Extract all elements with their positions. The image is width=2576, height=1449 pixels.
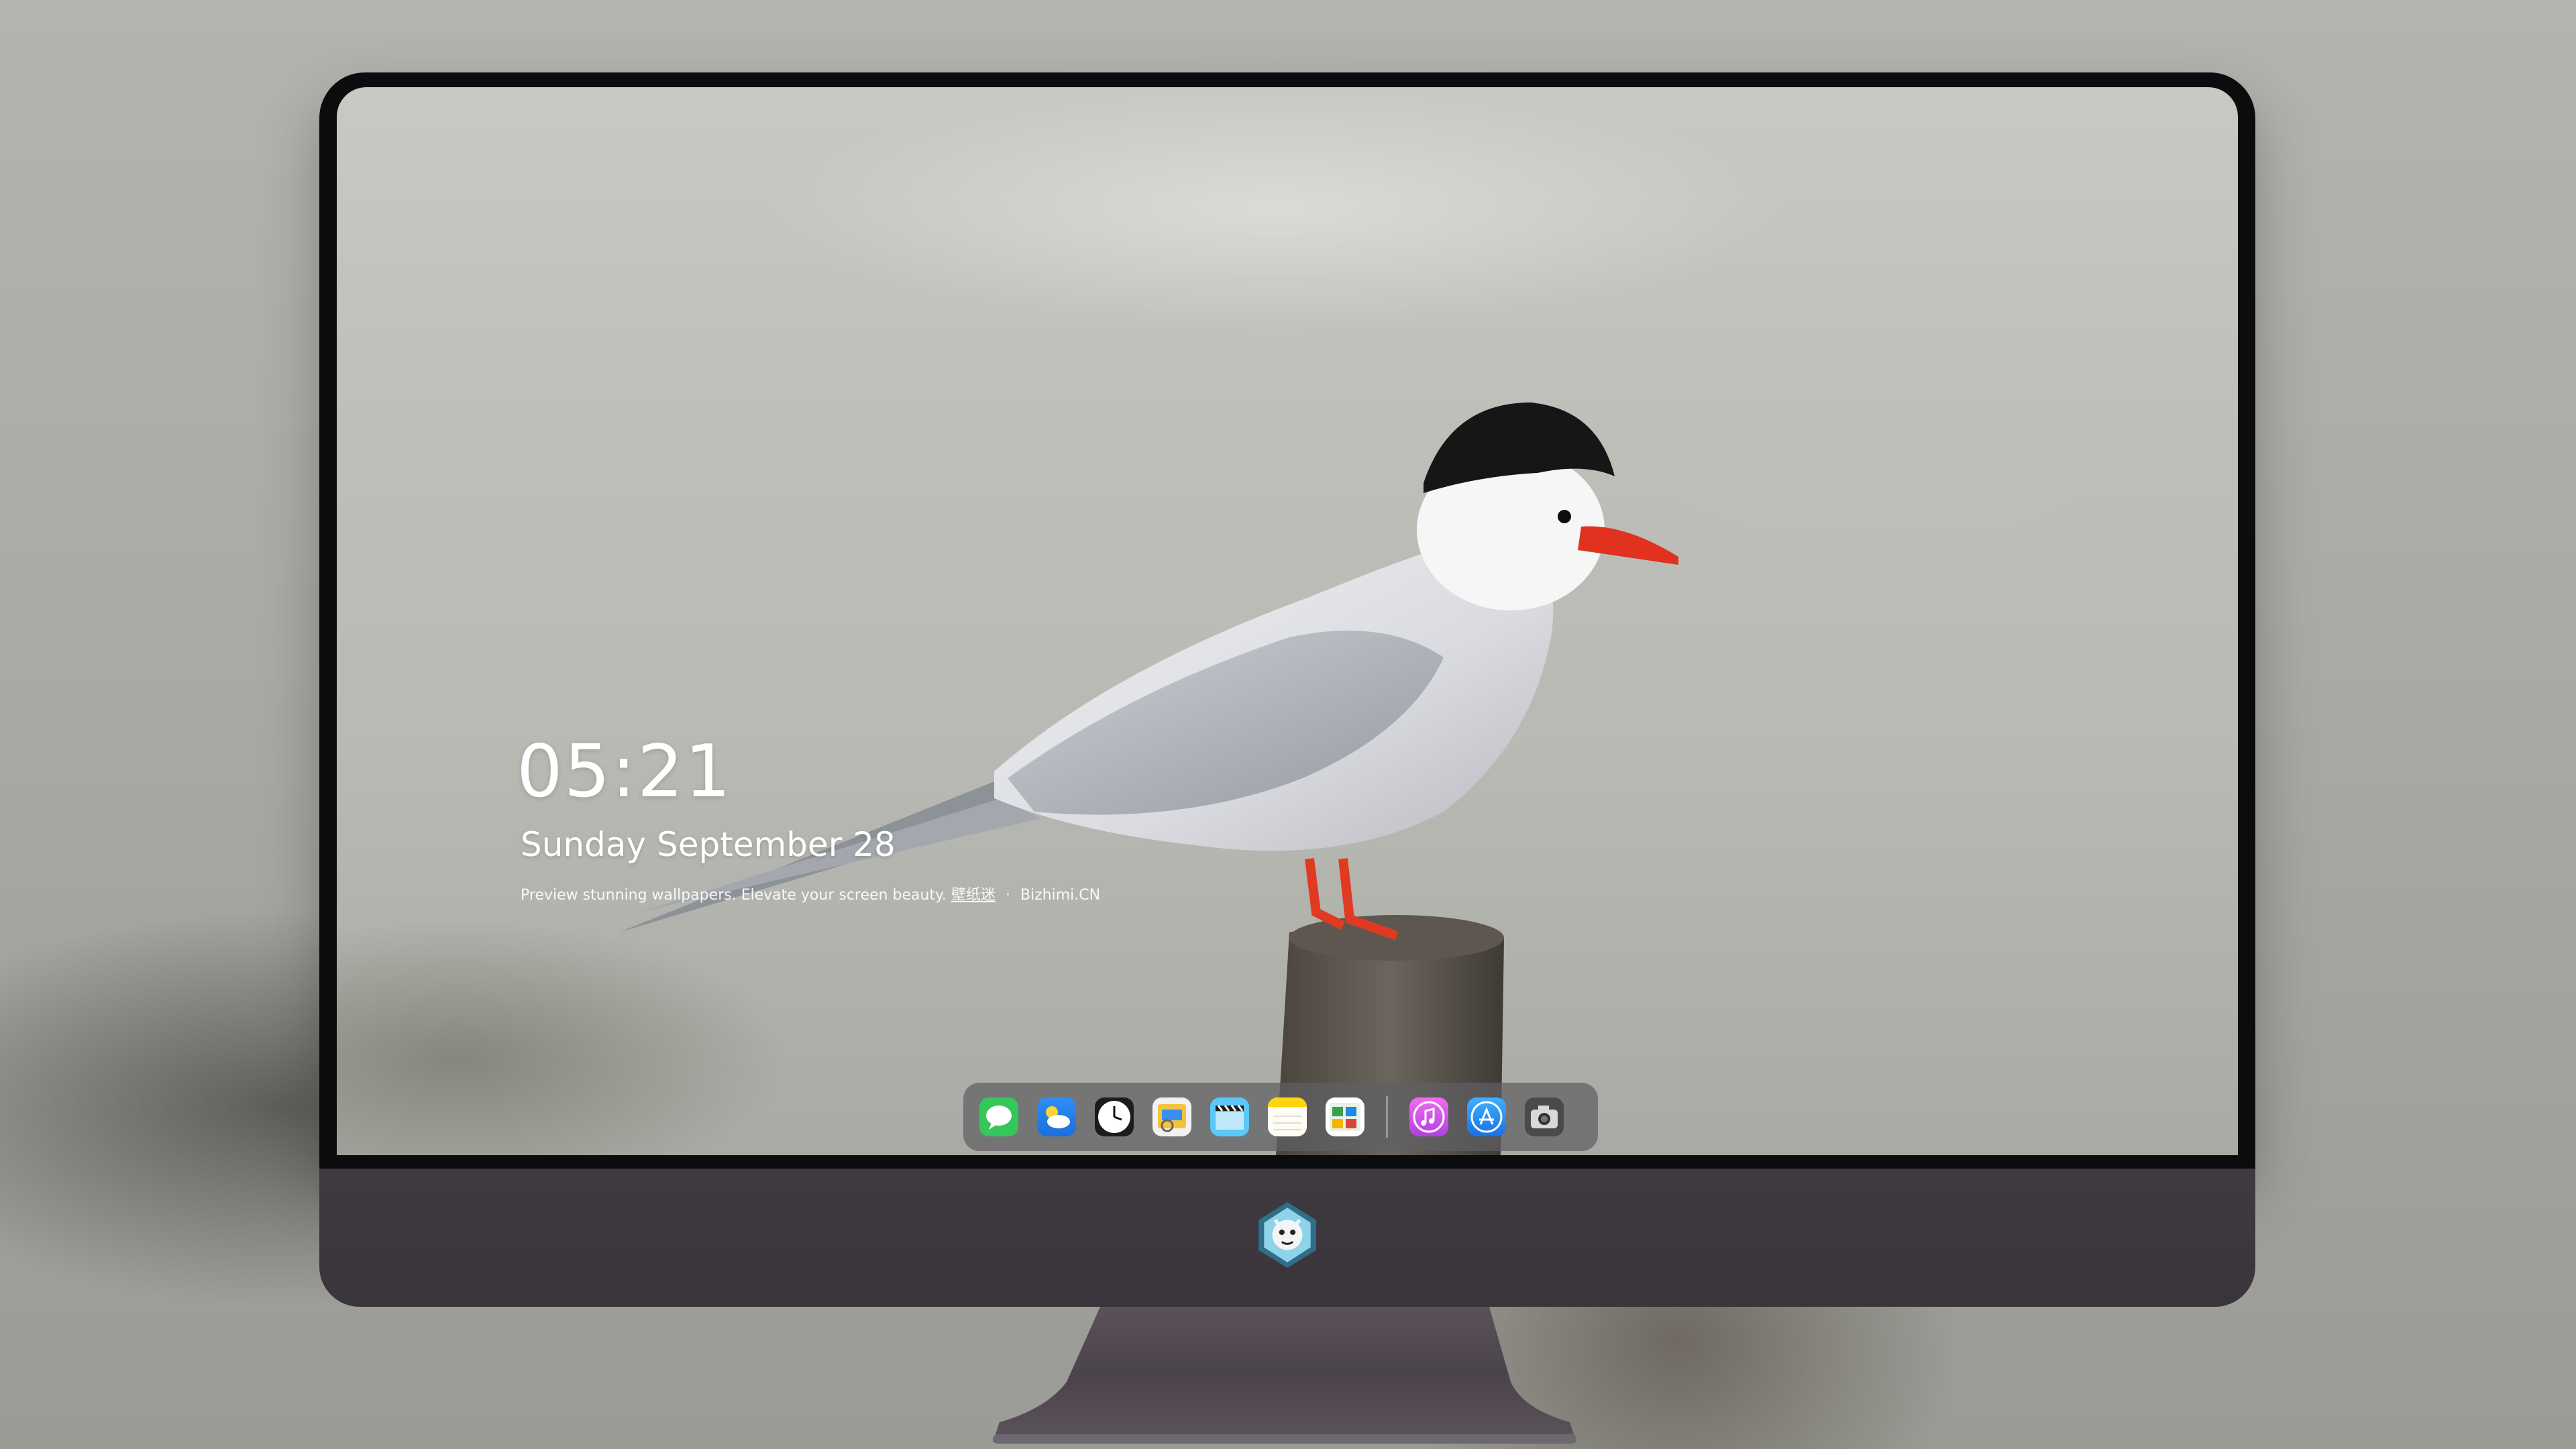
notes-icon[interactable]: [1268, 1097, 1307, 1136]
preview-icon[interactable]: [1152, 1097, 1191, 1136]
lockscreen-time: 05:21: [517, 730, 733, 814]
app-store-icon[interactable]: [1467, 1097, 1506, 1136]
brand-logo: [1258, 1202, 1316, 1268]
wallpaper-caption: Preview stunning wallpapers. Elevate you…: [521, 883, 1100, 904]
caption-separator: ·: [1005, 887, 1010, 904]
caption-site: Bizhimi.CN: [1020, 887, 1101, 904]
lock-screen: 05:21 Sunday September 28 Preview stunni…: [337, 87, 2238, 1155]
dock-divider: [1386, 1096, 1388, 1138]
messages-icon[interactable]: [979, 1097, 1018, 1136]
clock-icon[interactable]: [1095, 1097, 1134, 1136]
dock: [963, 1083, 1598, 1151]
music-icon[interactable]: [1409, 1097, 1448, 1136]
calendar-icon[interactable]: [1326, 1097, 1364, 1136]
camera-icon[interactable]: [1525, 1097, 1564, 1136]
caption-link[interactable]: 壁纸迷: [951, 887, 996, 904]
weather-icon[interactable]: [1037, 1097, 1076, 1136]
clapperboard-icon[interactable]: [1210, 1097, 1249, 1136]
lockscreen-date: Sunday September 28: [521, 825, 896, 864]
caption-text: Preview stunning wallpapers. Elevate you…: [521, 887, 947, 904]
tern-wallpaper: [619, 402, 1678, 1155]
